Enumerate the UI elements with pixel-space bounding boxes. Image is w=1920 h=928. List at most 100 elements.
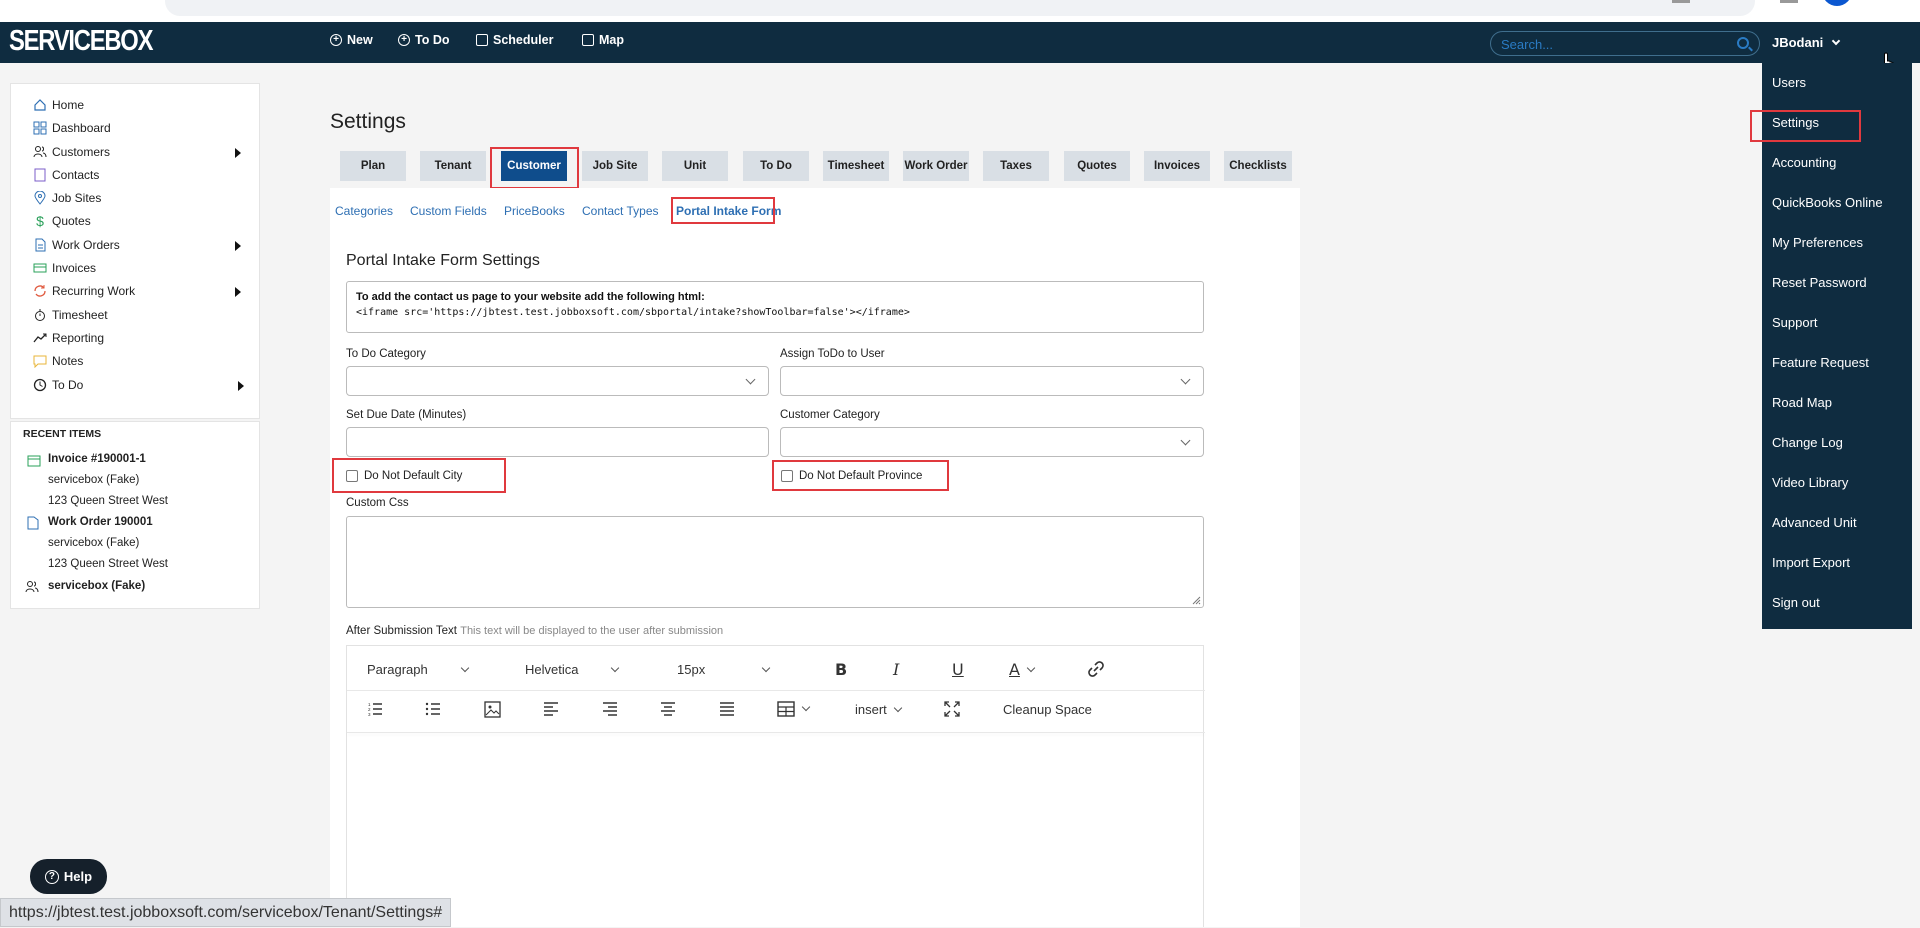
checkbox[interactable] [781, 470, 793, 482]
tab-job-site[interactable]: Job Site [582, 151, 648, 181]
tab-unit[interactable]: Unit [662, 151, 728, 181]
subtab-pricebooks[interactable]: PriceBooks [504, 204, 565, 218]
subtab-custom-fields[interactable]: Custom Fields [410, 204, 487, 218]
tab-checklists[interactable]: Checklists [1224, 151, 1292, 181]
block-format-dropdown[interactable]: Paragraph [367, 662, 485, 677]
resize-handle-icon[interactable] [1191, 595, 1201, 605]
menu-item-my-preferences[interactable]: My Preferences [1772, 235, 1863, 250]
due-date-input[interactable] [346, 427, 769, 457]
ordered-list-icon[interactable]: 123 [367, 701, 383, 717]
table-button[interactable] [777, 701, 811, 717]
recent-work-order-link[interactable]: Work Order 190001 [48, 516, 153, 528]
browser-icon[interactable] [1780, 0, 1798, 3]
menu-item-reset-password[interactable]: Reset Password [1772, 275, 1867, 290]
custom-css-textarea[interactable] [346, 516, 1204, 608]
image-icon[interactable] [484, 701, 501, 718]
nav-map-button[interactable]: Map [582, 33, 624, 47]
app-logo[interactable]: SERVICEBOX [9, 25, 153, 58]
svg-text:3: 3 [368, 712, 371, 717]
recent-invoice-link[interactable]: Invoice #190001-1 [48, 453, 146, 465]
sidebar-item-work-orders[interactable]: Work Orders [33, 238, 241, 252]
customer-category-select[interactable] [780, 427, 1204, 457]
assign-user-select[interactable] [780, 366, 1204, 396]
tab-work-order[interactable]: Work Order [903, 151, 969, 181]
menu-item-sign-out[interactable]: Sign out [1772, 595, 1820, 610]
align-left-icon[interactable] [543, 702, 559, 716]
font-size-dropdown[interactable]: 15px [677, 662, 797, 677]
menu-item-support[interactable]: Support [1772, 315, 1818, 330]
recent-customer-link[interactable]: servicebox (Fake) [48, 580, 145, 592]
tab-timesheet[interactable]: Timesheet [823, 151, 889, 181]
address-bar[interactable] [165, 0, 1755, 16]
help-label: Help [63, 869, 93, 884]
nav-new-button[interactable]: + New [330, 33, 373, 47]
menu-item-video-library[interactable]: Video Library [1772, 475, 1848, 490]
sidebar-item-invoices[interactable]: Invoices [33, 261, 96, 275]
sidebar-item-contacts[interactable]: Contacts [33, 168, 99, 182]
sidebar-item-quotes[interactable]: $ Quotes [33, 214, 91, 228]
search-input[interactable] [1501, 35, 1721, 53]
align-right-icon[interactable] [602, 702, 618, 716]
bold-button[interactable]: B [835, 660, 847, 679]
insert-dropdown[interactable]: insert [855, 702, 903, 717]
subtab-portal-intake-form[interactable]: Portal Intake Form [676, 204, 781, 218]
help-button[interactable]: ? Help [30, 859, 107, 894]
sidebar-item-todo[interactable]: To Do [33, 378, 244, 392]
sidebar-item-job-sites[interactable]: Job Sites [33, 191, 101, 205]
tab-plan[interactable]: Plan [340, 151, 406, 181]
sidebar-item-recurring-work[interactable]: Recurring Work [33, 284, 241, 298]
sidebar-item-customers[interactable]: Customers [33, 145, 241, 159]
fullscreen-icon[interactable] [944, 701, 960, 717]
align-justify-icon[interactable] [719, 702, 735, 716]
browser-icon[interactable] [1672, 0, 1690, 3]
font-family-value: Helvetica [525, 662, 579, 677]
sidebar-item-timesheet[interactable]: Timesheet [33, 308, 108, 322]
caret-right-icon [235, 241, 241, 251]
underline-button[interactable]: U [952, 660, 964, 679]
nav-todo-button[interactable]: + To Do [398, 33, 449, 47]
sidebar-item-notes[interactable]: Notes [33, 354, 83, 368]
menu-item-import-export[interactable]: Import Export [1772, 555, 1850, 570]
tab-quotes[interactable]: Quotes [1064, 151, 1130, 181]
cleanup-space-button[interactable]: Cleanup Space [1003, 702, 1092, 717]
subtab-categories[interactable]: Categories [335, 204, 393, 218]
text-color-button[interactable]: A [1009, 660, 1036, 679]
sidebar-item-reporting[interactable]: Reporting [33, 331, 104, 345]
menu-item-settings[interactable]: Settings [1772, 115, 1819, 130]
search-icon[interactable] [1737, 37, 1749, 49]
menu-item-users[interactable]: Users [1772, 75, 1806, 90]
sidebar-item-home[interactable]: Home [33, 98, 84, 112]
tab-customer[interactable]: Customer [501, 151, 567, 181]
clock-icon [33, 378, 47, 392]
menu-item-accounting[interactable]: Accounting [1772, 155, 1836, 170]
user-menu-toggle[interactable]: JBodani [1772, 35, 1841, 50]
no-default-province-checkbox[interactable]: Do Not Default Province [781, 470, 922, 482]
align-center-icon[interactable] [660, 702, 676, 716]
menu-item-quickbooks[interactable]: QuickBooks Online [1772, 195, 1883, 210]
menu-item-change-log[interactable]: Change Log [1772, 435, 1843, 450]
profile-avatar[interactable] [1822, 0, 1852, 6]
nav-scheduler-button[interactable]: Scheduler [476, 33, 553, 47]
tab-taxes[interactable]: Taxes [983, 151, 1049, 181]
tab-tenant[interactable]: Tenant [420, 151, 486, 181]
sidebar-item-dashboard[interactable]: Dashboard [33, 121, 111, 135]
stopwatch-icon [35, 309, 45, 321]
home-icon [34, 99, 46, 111]
menu-item-road-map[interactable]: Road Map [1772, 395, 1832, 410]
subtab-contact-types[interactable]: Contact Types [582, 204, 659, 218]
link-icon[interactable] [1087, 660, 1105, 678]
unordered-list-icon[interactable] [425, 701, 441, 717]
italic-icon: I [893, 660, 900, 679]
todo-category-select[interactable] [346, 366, 769, 396]
menu-item-advanced-unit[interactable]: Advanced Unit [1772, 515, 1857, 530]
tab-todo[interactable]: To Do [743, 151, 809, 181]
status-url-bar: https://jbtest.test.jobboxsoft.com/servi… [0, 898, 452, 927]
italic-button[interactable]: I [893, 660, 899, 679]
font-family-dropdown[interactable]: Helvetica [525, 662, 643, 677]
checkbox[interactable] [346, 470, 358, 482]
no-default-city-checkbox[interactable]: Do Not Default City [346, 470, 462, 482]
editor-content-area[interactable] [347, 738, 1205, 928]
tab-invoices[interactable]: Invoices [1144, 151, 1210, 181]
chevron-down-icon [460, 663, 469, 672]
menu-item-feature-request[interactable]: Feature Request [1772, 355, 1869, 370]
